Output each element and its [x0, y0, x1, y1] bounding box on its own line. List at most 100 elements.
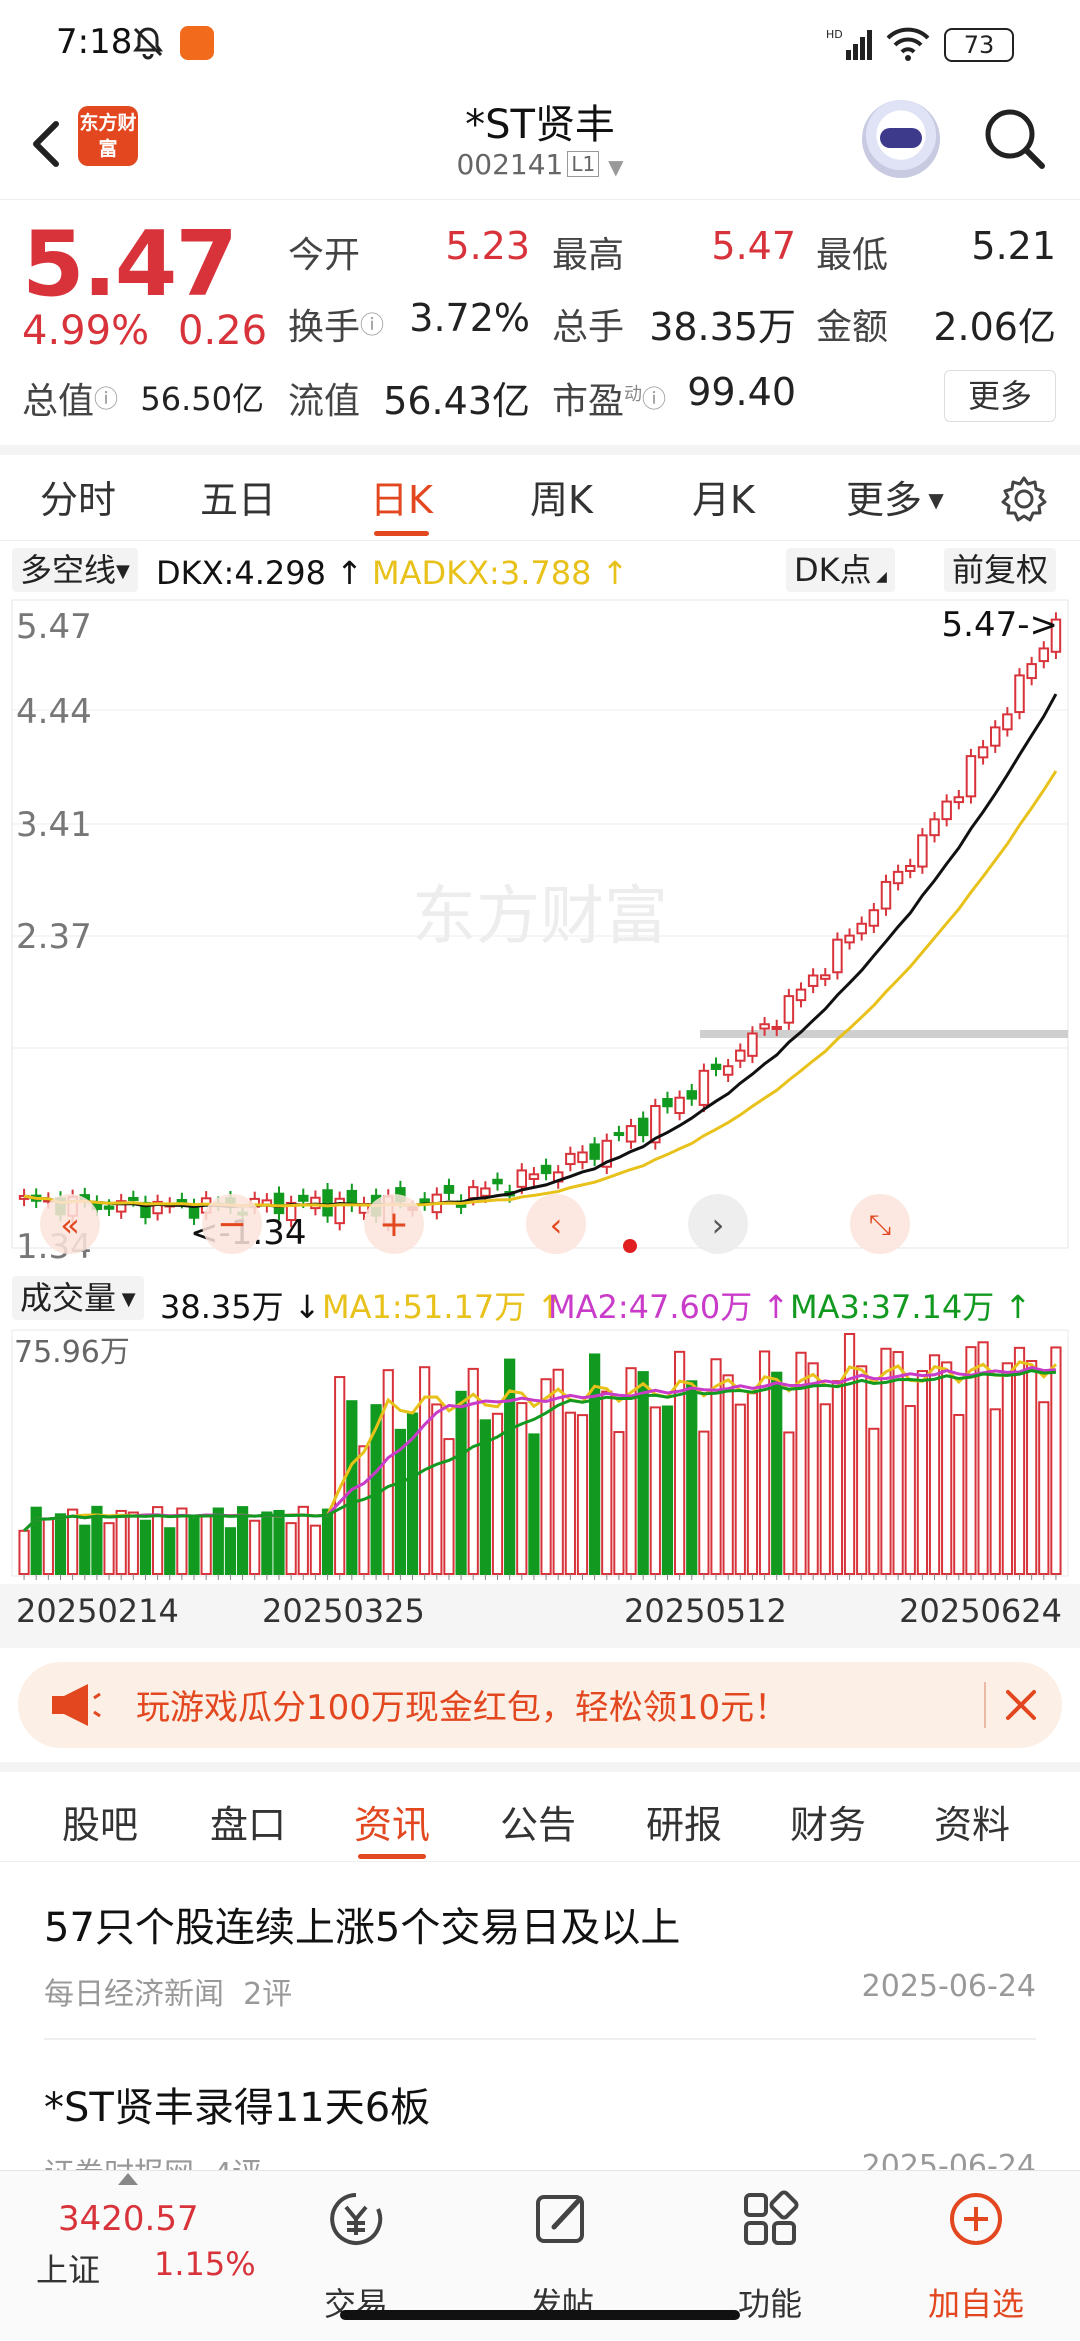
tab-pankou[interactable]: 盘口 — [210, 1794, 286, 1849]
add-watchlist-button[interactable]: 加自选 — [906, 2171, 1046, 2341]
candle — [674, 1096, 685, 1115]
index-change: 1.15% — [154, 2245, 256, 2283]
tab-intraday[interactable]: 分时 — [40, 469, 116, 524]
battery-icon: 73 — [944, 28, 1014, 62]
kline-chart[interactable]: 东方财富 5.47 4.44 3.41 2.37 1.34 5.47-> <-1… — [0, 598, 1080, 1268]
pe-label[interactable]: 市盈动ⓘ — [552, 372, 666, 424]
volume-bar — [212, 1507, 224, 1575]
signal-icon: HD — [826, 28, 872, 60]
candle — [1014, 674, 1025, 714]
index-ticker[interactable]: 3420.57 上证 1.15% — [0, 2171, 280, 2311]
candle — [844, 934, 855, 944]
info-icon: ⓘ — [642, 385, 667, 413]
volume-selector-label: 成交量 — [20, 1279, 117, 1317]
tab-guba[interactable]: 股吧 — [62, 1794, 138, 1849]
volume-chart[interactable]: 75.96万 20250214 20250325 20250512 202506… — [0, 1328, 1080, 1648]
stock-code-row[interactable]: 002141 L1 ▼ — [340, 148, 740, 181]
back-arrow-icon[interactable] — [18, 108, 78, 178]
app-logo[interactable]: 东方财富 — [78, 106, 138, 166]
candle — [722, 1065, 734, 1076]
tab-more[interactable]: 更多 ▼ — [846, 469, 944, 524]
volume-bar — [176, 1507, 188, 1575]
tab-announcements[interactable]: 公告 — [500, 1794, 576, 1849]
tab-five-day[interactable]: 五日 — [200, 469, 276, 524]
search-icon[interactable] — [980, 104, 1050, 174]
corner-arrow-icon: ◢ — [871, 569, 887, 585]
market-cap-label-text: 总值 — [22, 381, 95, 422]
tab-news[interactable]: 资讯 — [354, 1794, 430, 1859]
arrow-up-icon: ↑ — [1004, 1288, 1032, 1326]
volume-selector[interactable]: 成交量 ▼ — [12, 1276, 144, 1320]
promo-banner[interactable]: 玩游戏瓜分100万现金红包，轻松领10元！ — [18, 1662, 1062, 1748]
app-notification-icon — [180, 26, 214, 60]
close-icon[interactable] — [1002, 1686, 1040, 1724]
candle — [686, 1090, 697, 1100]
dk-points-button[interactable]: DK点 ◢ — [786, 548, 895, 592]
volume-svg: 75.96万 20250214 20250325 20250512 202506… — [0, 1329, 1080, 1648]
tab-daily-k[interactable]: 日K — [370, 469, 433, 536]
volume-bar — [321, 1508, 334, 1575]
wifi-icon — [886, 27, 930, 61]
candle — [710, 1063, 722, 1070]
turnover-label[interactable]: 换手ⓘ — [288, 298, 384, 350]
market-cap-label[interactable]: 总值ⓘ — [22, 372, 118, 424]
candle — [492, 1178, 503, 1185]
date-label-3: 20250512 — [624, 1592, 787, 1630]
dk-points-label: DK点 — [794, 551, 872, 589]
arrow-up-icon: ↑ — [336, 554, 363, 592]
candle — [807, 974, 819, 987]
chevron-right-icon: › — [712, 1206, 725, 1244]
candle — [322, 1189, 333, 1217]
promo-text: 玩游戏瓜分100万现金红包，轻松领10元！ — [136, 1688, 789, 1728]
candle — [176, 1198, 188, 1203]
low-value: 5.21 — [971, 224, 1056, 268]
status-time: 7:18 — [56, 22, 133, 62]
date-label-2: 20250325 — [262, 1592, 425, 1630]
tab-weekly-k[interactable]: 周K — [530, 469, 593, 524]
candle — [273, 1192, 285, 1215]
candle — [528, 1173, 540, 1180]
ma2-value: MA2:47.60万 ↑ — [548, 1282, 789, 1328]
kline-svg: 东方财富 5.47 4.44 3.41 2.37 1.34 5.47-> <-1… — [11, 599, 1069, 1267]
svg-text:HD: HD — [826, 28, 843, 41]
volume-bar — [637, 1371, 649, 1576]
tab-profile[interactable]: 资料 — [934, 1794, 1010, 1849]
news-date: 2025-06-24 — [861, 2149, 1036, 2170]
price-adjust-button[interactable]: 前复权 — [944, 548, 1057, 592]
candle — [298, 1194, 309, 1202]
candle — [516, 1169, 528, 1188]
volume-bar — [1013, 1346, 1026, 1575]
list-item[interactable]: *ST贤丰录得11天6板 证券时报网 4评 2025-06-24 — [44, 2075, 1036, 2170]
candle — [662, 1098, 673, 1108]
volume-bar — [783, 1431, 795, 1576]
volume-bar — [698, 1430, 710, 1575]
high-label: 最高 — [552, 235, 625, 276]
indicator-selector[interactable]: 多空线▼ — [12, 548, 138, 592]
tab-finance[interactable]: 财务 — [790, 1794, 866, 1849]
candle — [1002, 713, 1013, 731]
candle — [941, 800, 952, 821]
caret-down-icon: ▼ — [922, 488, 944, 512]
volume-bar — [649, 1406, 661, 1575]
volume-bar — [164, 1527, 176, 1575]
volume-bar — [601, 1390, 613, 1575]
volume-bar — [1050, 1346, 1062, 1576]
tab-monthly-k[interactable]: 月K — [692, 469, 755, 524]
turnover-value: 3.72% — [409, 296, 530, 340]
tab-research[interactable]: 研报 — [646, 1794, 722, 1849]
volume-bar — [297, 1505, 309, 1575]
news-comments: 4评 — [213, 2157, 262, 2170]
gear-icon[interactable] — [1000, 475, 1048, 523]
list-item[interactable]: 57只个股连续上涨5个交易日及以上 每日经济新闻 2评 2025-06-24 — [44, 1895, 1036, 2041]
mute-bell-icon — [133, 27, 163, 60]
ai-assistant-avatar[interactable] — [862, 100, 940, 178]
minus-icon: − — [217, 1204, 247, 1245]
volume-bar — [1038, 1401, 1050, 1575]
volume-value-text: 38.35万 — [160, 1288, 284, 1326]
arrow-down-icon: ↓ — [293, 1288, 321, 1326]
status-bar: 7:18 HD 73 — [0, 0, 1080, 90]
date-label-1: 20250214 — [16, 1592, 179, 1630]
plus-icon: + — [379, 1204, 409, 1245]
more-quote-button[interactable]: 更多 — [944, 370, 1056, 422]
ma3-value-text: MA3:37.14万 — [790, 1288, 995, 1326]
